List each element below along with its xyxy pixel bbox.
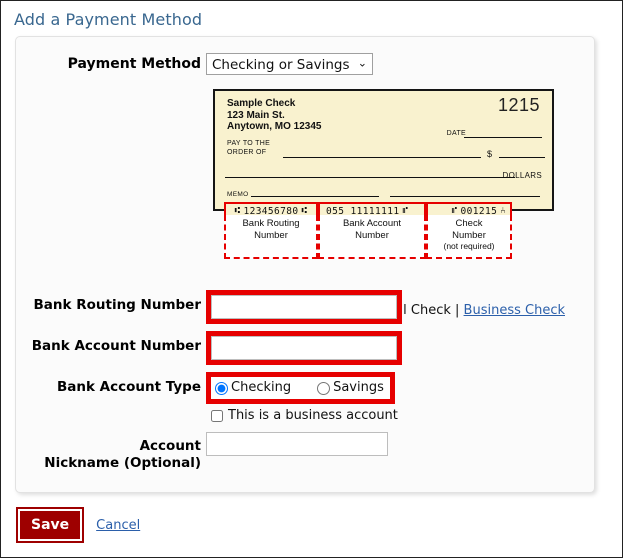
callout-routing-line2: Number — [254, 229, 288, 241]
check-dollar-symbol: $ — [487, 149, 493, 159]
business-account-row[interactable]: This is a business account — [211, 408, 398, 423]
check-memo-label: MEMO — [227, 191, 249, 198]
account-number-row: Bank Account Number — [16, 331, 594, 365]
page-title: Add a Payment Method — [14, 10, 203, 29]
business-account-checkbox[interactable] — [211, 409, 223, 422]
account-number-highlight — [206, 331, 402, 365]
check-amount-line — [499, 157, 545, 158]
check-pay-to-label: PAY TO THE ORDER OF — [227, 139, 270, 157]
payment-method-panel: Payment Method Checking or Savings ⌄ Sam… — [15, 36, 595, 493]
check-address-line1: 123 Main St. — [227, 109, 285, 121]
payment-method-row: Payment Method Checking or Savings ⌄ — [16, 53, 594, 75]
callout-account-line1: Bank Account — [342, 218, 402, 229]
check-dollars-label: DOLLARS — [502, 171, 542, 180]
nickname-label: Account Nickname (Optional) — [16, 432, 206, 472]
sample-check-image: Sample Check 123 Main St. Anytown, MO 12… — [213, 89, 554, 259]
pay-to-line1: PAY TO THE — [227, 140, 271, 147]
check-callouts: Bank Routing Number Bank Account Number … — [224, 215, 512, 259]
payment-method-select-wrapper: Checking or Savings ⌄ — [206, 53, 373, 75]
form-footer: Save Cancel — [15, 507, 140, 543]
business-account-label: This is a business account — [228, 408, 398, 423]
payment-method-label: Payment Method — [67, 56, 201, 72]
bank-routing-number-input[interactable] — [211, 295, 397, 319]
check-address-line2: Anytown, MO 12345 — [227, 121, 322, 132]
checking-radio[interactable] — [215, 381, 228, 395]
routing-number-highlight — [206, 290, 402, 324]
callout-check-line3: (not required) — [443, 241, 495, 251]
radio-option-savings[interactable]: Savings — [317, 381, 384, 395]
check-memo-line — [251, 196, 379, 197]
account-type-radio-group: Checking Savings — [211, 377, 390, 399]
nickname-row: Account Nickname (Optional) — [16, 432, 594, 472]
nickname-label-line1: Account — [139, 438, 201, 454]
callout-routing-line1: Bank Routing — [242, 218, 300, 229]
account-type-label: Bank Account Type — [56, 379, 201, 395]
check-date-line — [464, 137, 542, 138]
page-frame: Add a Payment Method Payment Method Chec… — [0, 0, 623, 558]
save-button[interactable]: Save — [15, 507, 85, 543]
check-date-label: DATE — [446, 130, 466, 137]
account-nickname-input[interactable] — [206, 432, 388, 456]
callout-account-line2: Number — [355, 229, 389, 241]
pay-to-line2: ORDER OF — [227, 149, 267, 156]
callout-check-line1: Check — [455, 218, 483, 229]
check-payer-name: Sample Check — [227, 98, 296, 109]
payment-method-select[interactable]: Checking or Savings — [206, 53, 373, 75]
account-number-label: Bank Account Number — [31, 338, 201, 354]
bank-account-number-input[interactable] — [211, 336, 397, 360]
callout-bank-routing-number: Bank Routing Number — [224, 215, 318, 259]
check-number-display: 1215 — [497, 95, 540, 115]
callout-check-line2: Number — [452, 229, 486, 241]
account-type-row: Bank Account Type Checking Savings This … — [16, 372, 594, 423]
check-payer-block: Sample Check 123 Main St. Anytown, MO 12… — [227, 98, 321, 133]
cancel-link[interactable]: Cancel — [96, 518, 140, 533]
radio-option-checking[interactable]: Checking — [215, 381, 291, 395]
check-written-amount-line — [225, 177, 515, 178]
check-signature-line — [390, 196, 540, 197]
nickname-label-line2: Nickname (Optional) — [44, 455, 201, 471]
account-type-controls: Checking Savings This is a business acco… — [206, 372, 398, 423]
sample-check-area: Sample Check 123 Main St. Anytown, MO 12… — [213, 89, 565, 318]
savings-radio[interactable] — [317, 381, 331, 395]
account-type-highlight: Checking Savings — [206, 372, 395, 404]
routing-number-label: Bank Routing Number — [33, 297, 201, 313]
callout-check-number: Check Number (not required) — [426, 215, 512, 259]
routing-number-row: Bank Routing Number — [16, 290, 594, 324]
check-payee-line — [283, 157, 481, 158]
bank-account-form: Bank Routing Number Bank Account Number … — [16, 290, 594, 479]
callout-bank-account-number: Bank Account Number — [318, 215, 426, 259]
